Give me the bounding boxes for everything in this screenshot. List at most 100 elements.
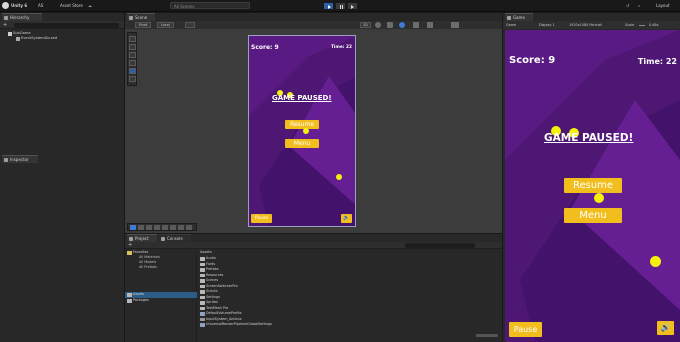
list-item[interactable]: Packages [125,298,149,304]
ball [336,174,342,180]
overlay-tool-icon[interactable] [138,225,144,230]
game-viewport[interactable]: Score: 9 Time: 22 GAME PAUSED! Resume Me… [505,30,680,342]
ball [303,128,309,134]
tab-project[interactable]: Project [127,234,157,242]
unity-logo-icon [2,2,9,9]
asset-store-button[interactable]: Asset Store [60,3,83,8]
resolution-dropdown[interactable]: 1920x1080 Portrait [569,21,602,29]
list-item-label: Settings [206,294,220,299]
breadcrumb[interactable]: Assets [200,250,212,254]
menu-button[interactable]: Menu [564,208,622,223]
grid-snap-button[interactable] [185,22,195,28]
tab-console[interactable]: Console [159,234,191,242]
pause-icon [340,4,343,9]
list-item-label: EventSystemDo.sed [21,36,58,40]
scale-slider[interactable] [639,24,645,26]
project-toolbar: + [125,242,502,249]
score-text: Score: 9 [251,44,279,51]
overlay-tool-icon[interactable] [146,225,152,230]
icon-size-slider[interactable] [476,334,498,337]
rotate-tool-icon[interactable] [129,52,136,58]
rect-tool-icon[interactable] [129,68,136,74]
hierarchy-search-input[interactable] [14,22,119,28]
resume-button[interactable]: Resume [285,120,319,129]
local-dropdown[interactable]: Local [157,22,174,28]
list-item-label: TextMesh Pro [206,305,229,310]
folder-icon [127,299,132,303]
volume-asset-icon [200,312,205,316]
account-menu[interactable]: AS [38,3,43,8]
camera-icon[interactable] [427,22,433,28]
add-icon[interactable]: + [3,22,7,28]
effects-icon[interactable] [399,22,405,28]
gizmos-icon[interactable] [451,22,459,28]
hierarchy-icon [4,16,8,20]
add-asset-icon[interactable]: + [128,242,132,248]
transform-tool-icon[interactable] [129,76,136,82]
audio-icon[interactable] [387,22,393,28]
game-paused-title: GAME PAUSED! [544,132,634,144]
ball [650,256,661,267]
overlay-tool-icon[interactable] [130,225,136,230]
scene-icon [8,32,12,36]
search-icon[interactable]: ⌕ [638,3,640,8]
cloud-icon[interactable]: ☁ [88,3,92,8]
pause-game-button[interactable]: Pause [509,322,542,337]
scene-viewport[interactable]: Score: 9 Time: 22 GAME PAUSED! Resume Me… [125,29,502,233]
ball [594,193,604,203]
sound-toggle-button[interactable]: 🔊 [341,214,352,223]
overlay-tool-icon[interactable] [154,225,160,230]
tab-game[interactable]: Game [505,13,533,21]
menu-button[interactable]: Menu [285,139,319,148]
display-dropdown[interactable]: Display 1 [539,21,555,29]
list-item[interactable]: UniversalRenderPipelineGlobalSettings [198,322,272,328]
toggle-2d-label: 2D [363,23,368,27]
toggle-2d-button[interactable]: 2D [360,22,371,28]
tab-inspector[interactable]: Inspector [2,155,38,163]
layout-dropdown[interactable]: Layout [656,3,670,8]
sound-toggle-button[interactable]: 🔊 [657,321,674,335]
list-item-label: ScreenSwitcherPro [206,283,238,288]
resume-button[interactable]: Resume [564,178,622,193]
list-item[interactable]: EventSystemDo.sed [0,36,57,41]
game-paused-title: GAME PAUSED! [272,94,332,102]
favorites-label: Favorites [133,250,149,254]
display-type-dropdown[interactable]: Game [506,21,516,29]
overlay-tool-icon[interactable] [170,225,176,230]
lighting-icon[interactable] [375,22,381,28]
view-tool-icon[interactable] [129,36,136,42]
project-search-input[interactable] [405,243,475,248]
project-tree: Favorites All Materials All Models All P… [125,250,197,342]
overlay-tool-icon[interactable] [178,225,184,230]
scale-value: 0.48x [649,23,659,27]
list-item-label: All Models [139,260,157,264]
folder-icon [200,284,205,288]
inspector-panel: Inspector [0,155,124,342]
play-button[interactable] [323,2,334,10]
folder-icon [129,237,133,241]
tab-hierarchy[interactable]: Hierarchy [2,13,42,21]
list-item-label: All Materials [139,255,160,259]
tab-label: Scene [135,15,148,20]
search-field[interactable]: All Scenes [170,2,250,9]
scale-label: Scale [625,23,635,27]
overlay-tool-icon[interactable] [186,225,192,230]
folder-icon [200,257,205,261]
list-item[interactable]: All Prefabs [125,265,157,271]
overlay-tool-icon[interactable] [162,225,168,230]
pause-editor-button[interactable] [335,2,346,10]
scene-canvas[interactable]: Score: 9 Time: 22 GAME PAUSED! Resume Me… [248,35,356,227]
history-icon[interactable]: ↺ [626,3,629,8]
tab-label: Project [135,236,149,241]
pivot-dropdown[interactable]: Pivot [135,22,152,28]
list-item-label: Scenes [206,278,219,282]
step-button[interactable] [347,2,358,10]
app-title: Unity 6 [11,3,28,8]
folder-icon [200,268,205,272]
hidden-objects-icon[interactable] [413,22,419,28]
move-tool-icon[interactable] [129,44,136,50]
pause-game-button[interactable]: Pause [251,214,272,223]
scale-tool-icon[interactable] [129,60,136,66]
hierarchy-panel: Hierarchy + SubGame EventSystemDo.sed [0,13,124,155]
tab-scene[interactable]: Scene [127,13,155,21]
